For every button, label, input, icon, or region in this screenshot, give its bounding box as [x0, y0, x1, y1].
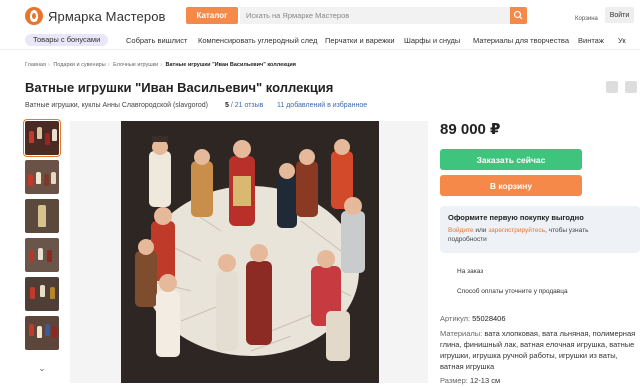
- thumbnail[interactable]: [25, 160, 59, 194]
- thumbnail[interactable]: [23, 119, 61, 157]
- add-to-cart-button[interactable]: В корзину: [440, 175, 582, 196]
- promo-text: Войдите или зарегистрируйтесь, чтобы узн…: [448, 226, 608, 244]
- reviews-link[interactable]: / 21 отзыв: [231, 102, 264, 109]
- nav-item-gloves[interactable]: Перчатки и варежки: [325, 36, 395, 45]
- thumbnail[interactable]: [25, 277, 59, 311]
- favorites-count: 11 добавлений в избранное: [277, 102, 368, 109]
- size-value: 12-13 см: [469, 376, 501, 385]
- site-logo[interactable]: Ярмарка Мастеров: [25, 7, 166, 25]
- share-icon[interactable]: [606, 81, 618, 93]
- search-button[interactable]: [510, 7, 527, 24]
- nav-item-more[interactable]: Ук: [618, 36, 626, 45]
- size-label: Размер:: [440, 376, 468, 385]
- search-icon: [513, 10, 523, 20]
- breadcrumb-link[interactable]: Главная: [25, 62, 46, 68]
- seller-link[interactable]: Ватные игрушки, куклы Анны Славгородской…: [25, 102, 208, 109]
- promo-box: Оформите первую покупку выгодно Войдите …: [440, 206, 640, 253]
- nav-item-bonus[interactable]: Товары с бонусами: [25, 34, 109, 46]
- nav-item-vintage[interactable]: Винтаж: [578, 36, 604, 45]
- register-link[interactable]: зарегистрируйтесь: [488, 227, 545, 234]
- logo-text: Ярмарка Мастеров: [48, 8, 166, 24]
- thumbnail-list: [23, 119, 61, 355]
- login-button[interactable]: Войти: [605, 7, 634, 23]
- article: Артикул: 55028406: [440, 314, 506, 323]
- article-value: 55028406: [472, 314, 506, 323]
- nav-item-wishlist[interactable]: Собрать вишлист: [126, 36, 187, 45]
- header: Ярмарка Мастеров Каталог Корзина Войти: [0, 0, 640, 33]
- favorite-icon[interactable]: [625, 81, 637, 93]
- breadcrumb-current: Ватные игрушки "Иван Васильевич" коллекц…: [165, 62, 296, 68]
- search-input[interactable]: [240, 7, 510, 24]
- chevron-down-icon[interactable]: ⌄: [34, 361, 50, 375]
- order-now-button[interactable]: Заказать сейчас: [440, 149, 582, 170]
- size: Размер: 12-13 см: [440, 376, 500, 385]
- nav-item-materials[interactable]: Материалы для творчества: [473, 36, 569, 45]
- materials-label: Материалы:: [440, 329, 483, 338]
- made-to-order: На заказ: [457, 268, 484, 275]
- breadcrumb-link[interactable]: Подарки и сувениры: [53, 62, 105, 68]
- catalog-button[interactable]: Каталог: [186, 7, 238, 24]
- promo-title: Оформите первую покупку выгодно: [448, 213, 584, 222]
- thumbnail[interactable]: [25, 238, 59, 272]
- article-label: Артикул:: [440, 314, 471, 323]
- thumbnail[interactable]: [25, 316, 59, 350]
- breadcrumb: Главная › Подарки и сувениры › Елочные игр…: [25, 62, 296, 68]
- thumbnail[interactable]: [25, 199, 59, 233]
- nav-item-carbon[interactable]: Компенсировать углеродный след: [198, 36, 317, 45]
- payment-info: Способ оплаты уточните у продавца: [457, 288, 568, 295]
- order-info: На заказ Способ оплаты уточните у продав…: [440, 262, 640, 302]
- main-image-area: [70, 121, 428, 383]
- rating-value: 5: [225, 102, 229, 109]
- product-price: 89 000 ₽: [440, 121, 501, 138]
- materials: Материалы: вата хлопковая, вата льняная,…: [440, 328, 640, 372]
- category-nav: Товары с бонусами Собрать вишлист Компен…: [0, 33, 640, 50]
- product-image[interactable]: [121, 121, 379, 383]
- breadcrumb-link[interactable]: Елочные игрушки: [113, 62, 158, 68]
- cart-link[interactable]: Корзина: [575, 16, 598, 22]
- rating[interactable]: 5 / 21 отзыв: [225, 102, 263, 109]
- promo-or-text: или: [473, 227, 489, 234]
- product-title: Ватные игрушки "Иван Васильевич" коллекц…: [25, 80, 334, 95]
- logo-icon: [25, 7, 43, 25]
- product-photo: [121, 121, 379, 383]
- login-link[interactable]: Войдите: [448, 227, 474, 234]
- nav-item-scarves[interactable]: Шарфы и снуды: [404, 36, 460, 45]
